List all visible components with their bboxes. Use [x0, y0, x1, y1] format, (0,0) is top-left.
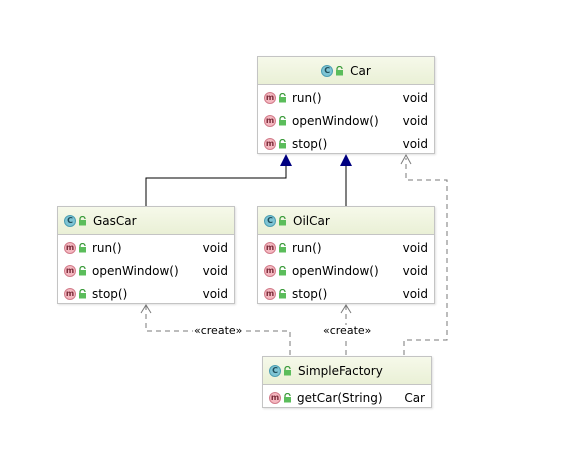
method-row[interactable]: m openWindow() void	[58, 259, 234, 282]
public-lock-icon	[279, 92, 286, 102]
oilcar-extends-car-arrowhead	[340, 154, 352, 166]
method-row[interactable]: m run() void	[258, 236, 434, 259]
gascar-extends-car-arrowhead	[280, 154, 292, 166]
create-label-gascar: «create»	[193, 324, 244, 337]
method-name: openWindow()	[292, 263, 379, 278]
method-name: run()	[292, 90, 322, 105]
method-m-icon: m	[264, 137, 276, 150]
method-name: run()	[92, 240, 122, 255]
public-lock-icon	[279, 242, 286, 252]
method-m-icon: m	[264, 114, 276, 127]
public-lock-icon	[279, 288, 286, 298]
method-row[interactable]: m openWindow() void	[258, 109, 434, 132]
method-m-icon: m	[264, 91, 276, 104]
method-row[interactable]: m stop() void	[258, 132, 434, 155]
public-lock-icon	[79, 265, 86, 275]
method-return-type: void	[402, 90, 428, 105]
method-row[interactable]: m getCar(String) Car	[263, 386, 431, 409]
method-name: stop()	[292, 286, 328, 301]
method-m-icon: m	[64, 264, 76, 277]
class-car-header: C Car	[258, 57, 434, 85]
public-lock-icon	[79, 242, 86, 252]
class-oilcar-header: C OilCar	[258, 207, 434, 235]
method-row[interactable]: m stop() void	[58, 282, 234, 305]
class-c-icon: C	[64, 214, 76, 227]
class-car[interactable]: C Car m run() void m openWindow() void m…	[257, 56, 435, 154]
class-gascar-header: C GasCar	[58, 207, 234, 235]
class-simplefactory[interactable]: C SimpleFactory m getCar(String) Car	[262, 356, 432, 408]
method-return-type: void	[402, 240, 428, 255]
method-name: run()	[292, 240, 322, 255]
class-c-icon: C	[269, 364, 281, 377]
class-car-name: Car	[350, 63, 371, 78]
method-return-type: void	[402, 113, 428, 128]
class-simplefactory-name: SimpleFactory	[298, 363, 383, 378]
class-c-icon: C	[321, 64, 334, 77]
method-row[interactable]: m openWindow() void	[258, 259, 434, 282]
method-name: openWindow()	[92, 263, 179, 278]
method-m-icon: m	[264, 264, 276, 277]
method-row[interactable]: m run() void	[58, 236, 234, 259]
method-return-type: void	[202, 263, 228, 278]
method-row[interactable]: m run() void	[258, 86, 434, 109]
method-m-icon: m	[264, 241, 276, 254]
public-lock-icon	[279, 265, 286, 275]
method-return-type: void	[402, 286, 428, 301]
method-name: getCar(String)	[297, 390, 383, 405]
method-m-icon: m	[264, 287, 276, 300]
method-row[interactable]: m stop() void	[258, 282, 434, 305]
method-return-type: void	[202, 240, 228, 255]
public-lock-icon	[79, 215, 86, 225]
class-simplefactory-header: C SimpleFactory	[263, 357, 431, 385]
method-m-icon: m	[269, 391, 281, 404]
public-lock-icon	[79, 288, 86, 298]
static-lock-icon	[284, 392, 291, 402]
method-return-type: Car	[404, 390, 425, 405]
class-gascar[interactable]: C GasCar m run() void m openWindow() voi…	[57, 206, 235, 304]
method-name: openWindow()	[292, 113, 379, 128]
method-return-type: void	[202, 286, 228, 301]
method-return-type: void	[402, 263, 428, 278]
class-gascar-name: GasCar	[93, 213, 137, 228]
class-oilcar[interactable]: C OilCar m run() void m openWindow() voi…	[257, 206, 435, 304]
method-return-type: void	[402, 136, 428, 151]
public-lock-icon	[279, 215, 286, 225]
public-lock-icon	[284, 365, 291, 375]
class-oilcar-name: OilCar	[293, 213, 330, 228]
public-lock-icon	[279, 138, 286, 148]
gascar-extends-car-line	[145, 166, 287, 206]
method-m-icon: m	[64, 241, 76, 254]
method-m-icon: m	[64, 287, 76, 300]
create-label-oilcar: «create»	[322, 324, 373, 337]
public-lock-icon	[336, 65, 344, 75]
method-name: stop()	[92, 286, 128, 301]
method-name: stop()	[292, 136, 328, 151]
class-c-icon: C	[264, 214, 276, 227]
public-lock-icon	[279, 115, 286, 125]
